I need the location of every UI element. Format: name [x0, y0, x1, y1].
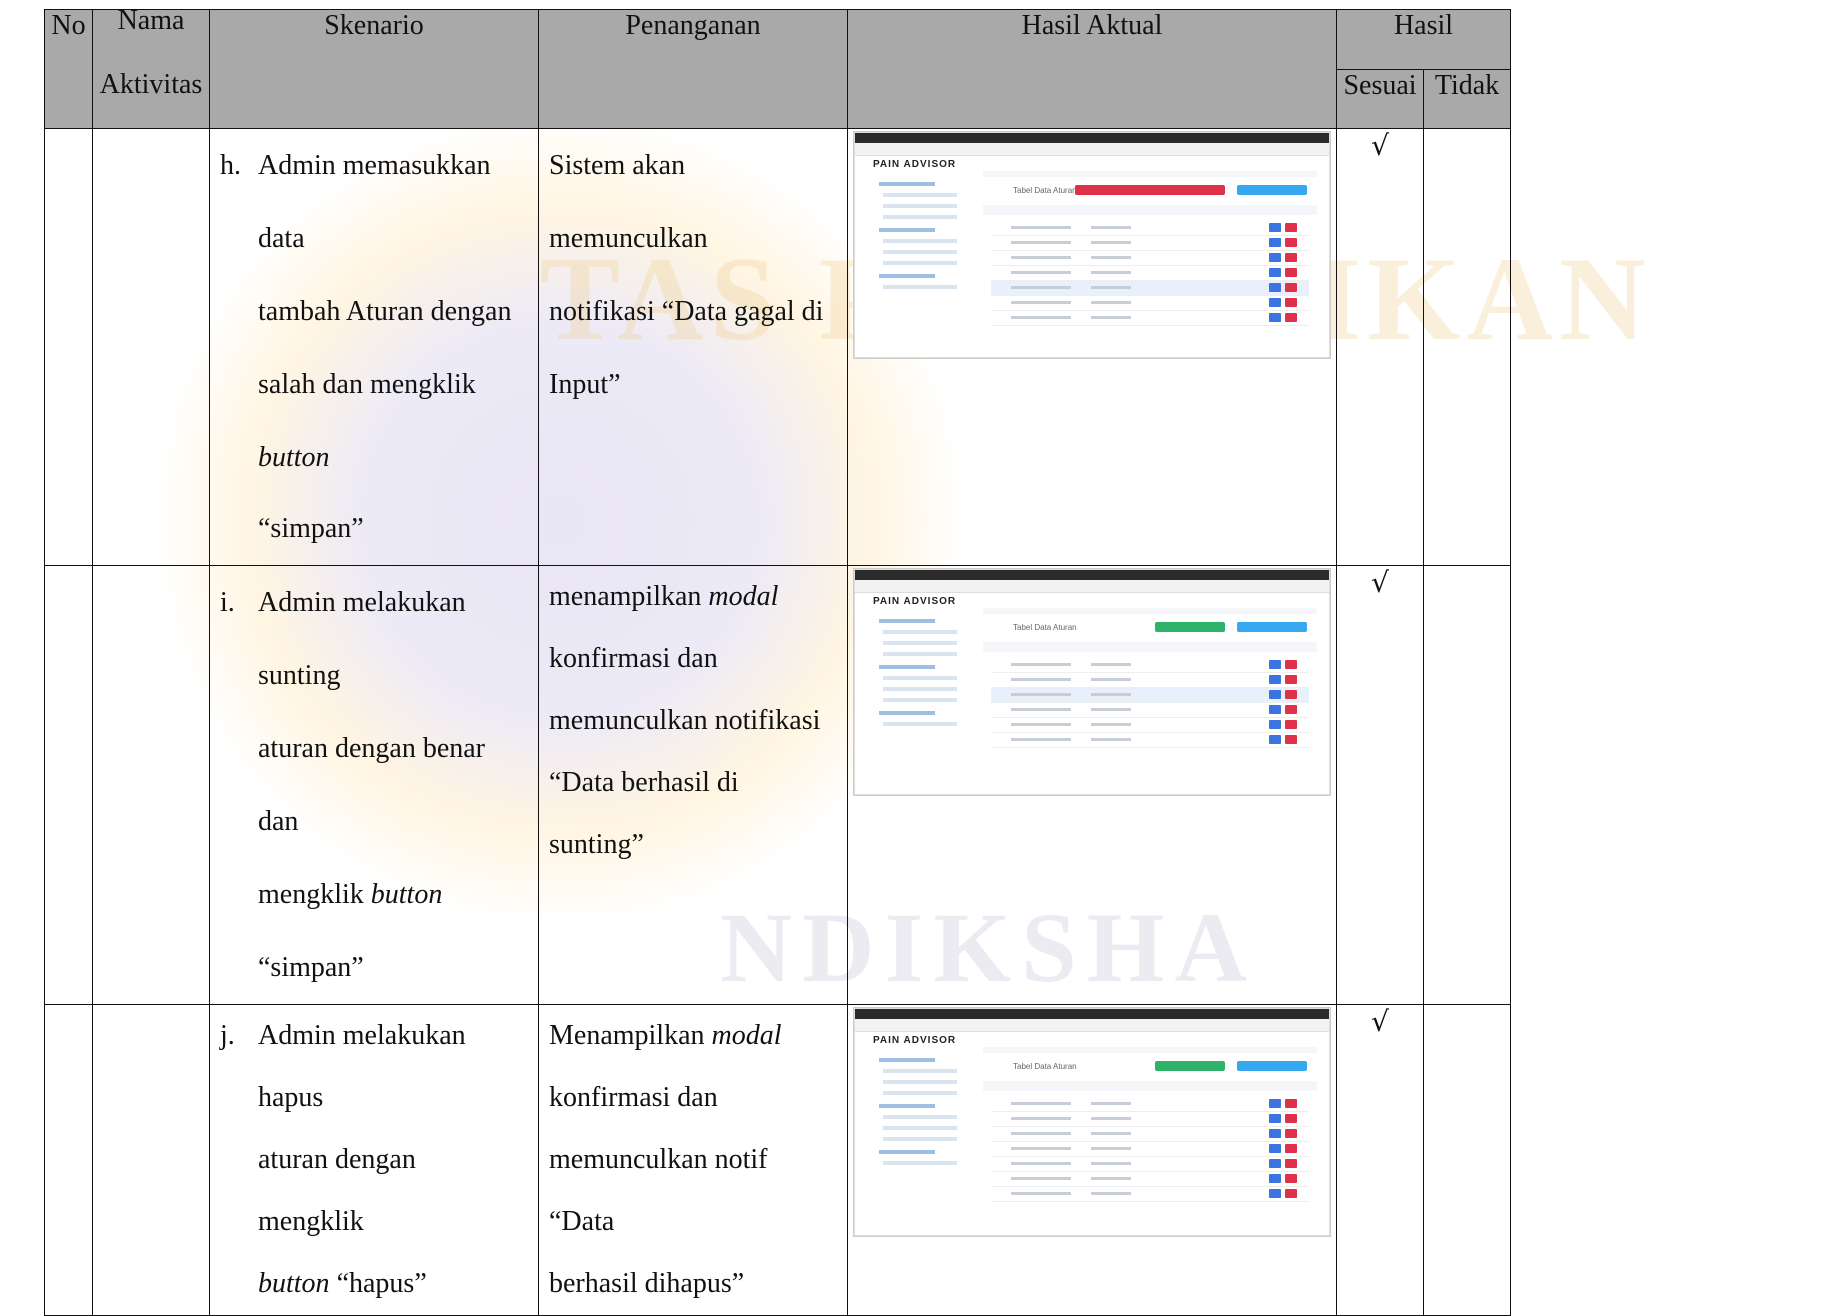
table-row: i. Admin melakukan sunting aturan dengan… — [44, 565, 1511, 1005]
cell-hasil-aktual: PAIN ADVISOR Tabel Data Aturan — [847, 1004, 1337, 1316]
cell-no — [44, 1004, 93, 1316]
app-screenshot: PAIN ADVISOR Tabel Data Aturan — [854, 569, 1330, 795]
header-nama-aktivitas: Nama Aktivitas — [92, 5, 210, 129]
cell-penanganan: Sistem akan memunculkan notifikasi “Data… — [538, 128, 848, 566]
test-scenario-table: No Nama Aktivitas Skenario Penanganan Ha… — [44, 5, 1511, 1316]
app-screenshot: PAIN ADVISOR Tabel Data Aturan — [854, 132, 1330, 358]
add-rule-button — [1237, 622, 1307, 632]
skenario-line: tambah Aturan dengan — [258, 296, 512, 327]
cell-sesuai: √ — [1336, 1004, 1424, 1316]
cell-skenario: h. Admin memasukkan data tambah Aturan d… — [209, 128, 539, 566]
header-penanganan: Penanganan — [538, 9, 848, 129]
penanganan-line: Input” — [549, 369, 621, 400]
skenario-line: aturan dengan mengklik — [258, 1144, 416, 1237]
skenario-italic: button — [370, 879, 443, 910]
app-page-title: Tabel Data Aturan — [1013, 623, 1077, 632]
header-hasil: Hasil — [1336, 9, 1511, 70]
skenario-line: Admin memasukkan data — [258, 150, 491, 254]
cell-sesuai: √ — [1336, 565, 1424, 1005]
skenario-line: mengklik — [258, 879, 371, 910]
cell-no — [44, 128, 93, 566]
app-brand: PAIN ADVISOR — [873, 596, 957, 607]
penanganan-line: notifikasi “Data gagal di — [549, 296, 824, 327]
success-alert — [1155, 622, 1225, 632]
cell-tidak — [1423, 565, 1511, 1005]
skenario-line: salah dan mengklik — [258, 369, 476, 400]
header-sesuai: Sesuai — [1336, 69, 1424, 129]
header-hasil-aktual: Hasil Aktual — [847, 9, 1337, 129]
penanganan-line: memunculkan notif “Data — [549, 1144, 768, 1237]
app-page-title: Tabel Data Aturan — [1013, 1062, 1077, 1071]
table-row: h. Admin memasukkan data tambah Aturan d… — [44, 128, 1511, 566]
penanganan-line: Sistem akan memunculkan — [549, 150, 708, 254]
header-skenario: Skenario — [209, 9, 539, 129]
cell-nama-aktivitas — [92, 1004, 210, 1316]
add-rule-button — [1237, 1061, 1307, 1071]
cell-no — [44, 565, 93, 1005]
skenario-line: Admin melakukan sunting — [258, 587, 466, 691]
cell-nama-aktivitas — [92, 128, 210, 566]
app-brand: PAIN ADVISOR — [873, 159, 957, 170]
penanganan-italic: modal — [711, 1020, 782, 1051]
cell-nama-aktivitas — [92, 565, 210, 1005]
skenario-line: “simpan” — [258, 513, 364, 544]
step-letter: h. — [220, 150, 241, 181]
penanganan-line: memunculkan notifikasi — [549, 705, 821, 736]
cell-penanganan: menampilkan modal konfirmasi dan memuncu… — [538, 565, 848, 1005]
cell-tidak — [1423, 1004, 1511, 1316]
success-alert — [1155, 1061, 1225, 1071]
skenario-line: aturan dengan benar dan — [258, 733, 485, 837]
penanganan-line: konfirmasi dan — [549, 1082, 718, 1113]
cell-sesuai: √ — [1336, 128, 1424, 566]
error-alert — [1075, 185, 1225, 195]
header-aktivitas: Aktivitas — [99, 69, 203, 100]
penanganan-italic: modal — [708, 581, 779, 612]
penanganan-line: “Data berhasil di sunting” — [549, 767, 739, 860]
cell-skenario: i. Admin melakukan sunting aturan dengan… — [209, 565, 539, 1005]
skenario-line: “simpan” — [258, 952, 364, 983]
skenario-italic: button — [258, 1268, 330, 1299]
header-tidak: Tidak — [1423, 69, 1511, 129]
cell-hasil-aktual: PAIN ADVISOR Tabel Data Aturan — [847, 128, 1337, 566]
app-screenshot: PAIN ADVISOR Tabel Data Aturan — [854, 1008, 1330, 1236]
cell-hasil-aktual: PAIN ADVISOR Tabel Data Aturan — [847, 565, 1337, 1005]
penanganan-line: konfirmasi dan — [549, 643, 718, 674]
skenario-line: “hapus” — [329, 1268, 427, 1299]
cell-penanganan: Menampilkan modal konfirmasi dan memuncu… — [538, 1004, 848, 1316]
skenario-italic: button — [258, 442, 330, 473]
header-no: No — [44, 9, 93, 129]
step-letter: i. — [220, 587, 235, 618]
table-row: j. Admin melakukan hapus aturan dengan m… — [44, 1004, 1511, 1316]
skenario-line: Admin melakukan hapus — [258, 1020, 466, 1113]
penanganan-line: Menampilkan — [549, 1020, 712, 1051]
header-nama: Nama — [117, 5, 185, 36]
step-letter: j. — [220, 1020, 235, 1051]
app-page-title: Tabel Data Aturan — [1013, 186, 1077, 195]
penanganan-line: berhasil dihapus” — [549, 1268, 745, 1299]
add-rule-button — [1237, 185, 1307, 195]
cell-skenario: j. Admin melakukan hapus aturan dengan m… — [209, 1004, 539, 1316]
penanganan-line: menampilkan — [549, 581, 709, 612]
cell-tidak — [1423, 128, 1511, 566]
